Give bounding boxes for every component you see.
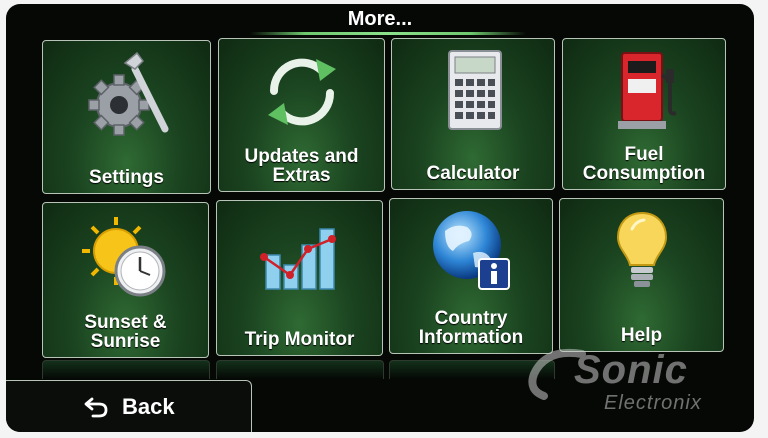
hidden-row-tile	[42, 360, 210, 379]
title-underline	[250, 32, 526, 35]
fuel-consumption-tile[interactable]: Fuel Consumption	[562, 38, 726, 190]
light-bulb-icon	[616, 211, 667, 287]
back-arrow-icon	[84, 397, 108, 418]
trip-chart-icon	[259, 228, 336, 290]
brand-watermark: Sonic Electronix	[526, 342, 754, 422]
calculator-tile[interactable]: Calculator	[391, 38, 555, 190]
refresh-arrows-icon	[267, 58, 336, 126]
fuel-consumption-label: Fuel Consumption	[582, 144, 706, 184]
sun-clock-icon	[81, 217, 165, 297]
back-button[interactable]: Back	[6, 380, 252, 432]
settings-gear-wrench-icon	[87, 51, 168, 136]
watermark-brand: Sonic	[574, 348, 688, 392]
page-title: More...	[347, 8, 413, 30]
country-information-tile[interactable]: Country Information	[389, 198, 553, 354]
globe-info-icon	[433, 211, 510, 290]
settings-label: Settings	[89, 167, 164, 188]
back-label: Back	[122, 394, 175, 419]
calculator-icon	[448, 50, 502, 130]
hidden-row-tile	[216, 360, 384, 379]
navigation-screen: More... Settings Updates and Extras Calc…	[6, 4, 754, 432]
updates-extras-label: Updates and Extras	[244, 146, 359, 186]
calculator-label: Calculator	[426, 163, 520, 184]
fuel-pump-icon	[618, 52, 677, 129]
sunset-sunrise-label: Sunset & Sunrise	[84, 312, 167, 352]
help-tile[interactable]: Help	[559, 198, 724, 352]
updates-extras-tile[interactable]: Updates and Extras	[218, 38, 385, 192]
trip-monitor-tile[interactable]: Trip Monitor	[216, 200, 383, 356]
trip-monitor-label: Trip Monitor	[244, 329, 355, 350]
settings-tile[interactable]: Settings	[42, 40, 211, 194]
sunset-sunrise-tile[interactable]: Sunset & Sunrise	[42, 202, 209, 358]
watermark-sub: Electronix	[604, 392, 702, 414]
